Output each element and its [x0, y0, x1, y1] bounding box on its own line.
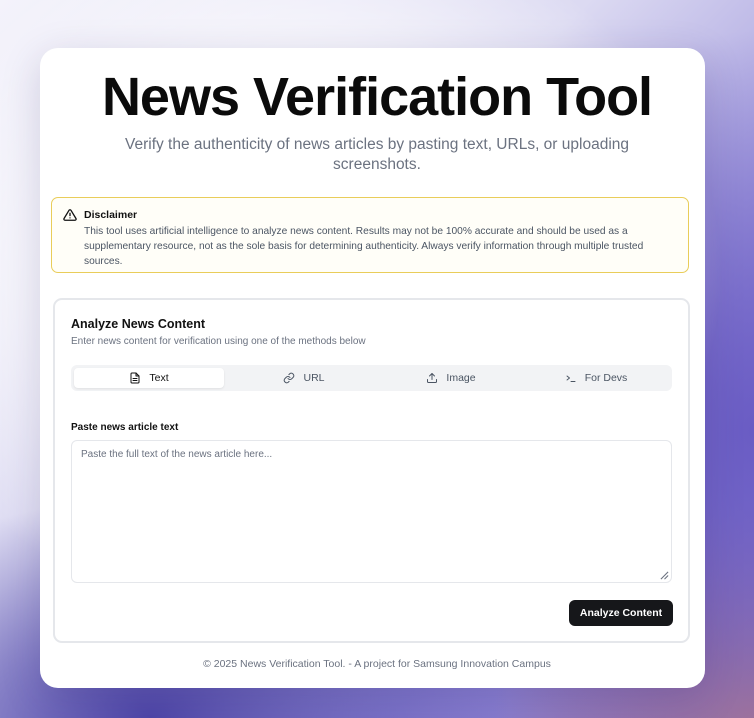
- tab-text-label: Text: [149, 372, 169, 384]
- page-title: News Verification Tool: [101, 67, 653, 127]
- terminal-icon: [566, 375, 576, 382]
- tab-image[interactable]: Image: [376, 368, 526, 388]
- link-icon: [284, 372, 295, 384]
- disclaimer-text: This tool uses artificial intelligence t…: [84, 226, 644, 267]
- panel-subtitle: Enter news content for verification usin…: [71, 336, 366, 347]
- tab-url-label: URL: [303, 372, 325, 384]
- article-text-input[interactable]: [71, 440, 672, 583]
- disclaimer-title: Disclaimer: [84, 209, 138, 221]
- tab-image-label: Image: [446, 372, 476, 384]
- upload-icon: [427, 373, 438, 383]
- analyze-panel: Analyze News Content Enter news content …: [53, 298, 690, 643]
- page-subtitle: Verify the authenticity of news articles…: [124, 136, 629, 173]
- tab-text[interactable]: Text: [74, 368, 224, 388]
- tab-url[interactable]: URL: [229, 368, 379, 388]
- tab-for-devs[interactable]: For Devs: [521, 368, 671, 388]
- footer-text: © 2025 News Verification Tool. - A proje…: [203, 658, 551, 670]
- analyze-content-button[interactable]: Analyze Content: [569, 600, 673, 626]
- article-text-label: Paste news article text: [71, 422, 179, 433]
- resize-grip-icon[interactable]: [660, 571, 669, 580]
- tab-for-devs-label: For Devs: [584, 372, 628, 384]
- alert-triangle-icon: [63, 209, 77, 221]
- file-text-icon: [130, 372, 140, 384]
- input-method-tabs: Text URL Image For Devs: [71, 365, 672, 391]
- panel-title: Analyze News Content: [71, 317, 206, 331]
- disclaimer-box: Disclaimer This tool uses artificial int…: [51, 197, 689, 273]
